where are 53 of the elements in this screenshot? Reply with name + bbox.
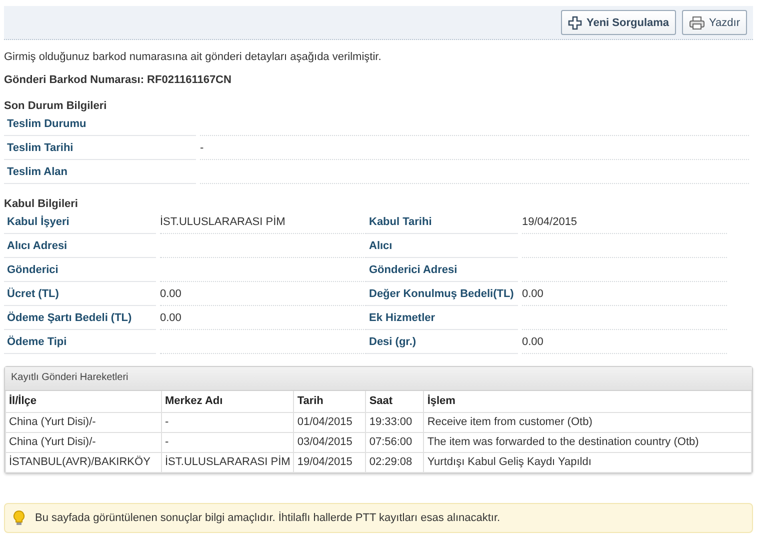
table-cell: Yurtdışı Kabul Geliş Kaydı Yapıldı bbox=[424, 452, 752, 472]
field-label: Desi (gr.) bbox=[366, 330, 518, 354]
new-query-button[interactable]: Yeni Sorgulama bbox=[561, 10, 676, 35]
table-cell: 02:29:08 bbox=[366, 452, 424, 472]
table-cell: The item was forwarded to the destination country (Otb) bbox=[424, 432, 752, 452]
table-cell: China (Yurt Disi)/- bbox=[6, 412, 162, 432]
table-cell: - bbox=[162, 412, 294, 432]
table-cell: 07:56:00 bbox=[366, 432, 424, 452]
field-label: Teslim Alan bbox=[4, 160, 196, 184]
plus-icon bbox=[568, 16, 582, 30]
field-label: Teslim Durumu bbox=[4, 112, 196, 136]
section-title: Son Durum Bilgileri bbox=[4, 100, 108, 112]
field-label: Gönderici bbox=[4, 258, 156, 282]
panel-title: Kayıtlı Gönderi Hareketleri bbox=[5, 367, 752, 391]
field-label: Alıcı Adresi bbox=[4, 234, 156, 258]
field-label: Değer Konulmuş Bedeli(TL) bbox=[366, 282, 518, 306]
column-header: Tarih bbox=[294, 391, 366, 412]
field-label: Teslim Tarihi bbox=[4, 136, 196, 160]
table-cell: 01/04/2015 bbox=[294, 412, 366, 432]
column-header: İl/İlçe bbox=[6, 391, 162, 412]
print-button[interactable]: Yazdır bbox=[682, 10, 747, 35]
notice-text: Bu sayfada görüntülenen sonuçlar bilgi amaçlıdır. İhtilaflı hallerde PTT kayıtları esas alınacaktır. bbox=[35, 512, 500, 524]
field-label: Alıcı bbox=[366, 234, 518, 258]
table-cell: 19:33:00 bbox=[366, 412, 424, 432]
field-label: Kabul Tarihi bbox=[366, 210, 518, 234]
field-label: Ek Hizmetler bbox=[366, 306, 518, 330]
lightbulb-icon bbox=[13, 510, 25, 526]
intro-text: Girmiş olduğunuz barkod numarasına ait gönderi detayları aşağıda verilmiştir. bbox=[4, 51, 382, 63]
column-header: İşlem bbox=[424, 391, 752, 412]
field-value: 0.00 bbox=[160, 306, 366, 330]
column-header: Merkez Adı bbox=[162, 391, 294, 412]
table-cell: - bbox=[162, 432, 294, 452]
section-title: Kabul Bilgileri bbox=[4, 198, 79, 210]
field-label: Ödeme Tipi bbox=[4, 330, 156, 354]
printer-icon bbox=[689, 16, 706, 30]
field-label: Gönderici Adresi bbox=[366, 258, 518, 282]
field-value: İST.ULUSLARARASI PİM bbox=[160, 210, 366, 234]
field-label: Ödeme Şartı Bedeli (TL) bbox=[4, 306, 156, 330]
field-value: - bbox=[200, 136, 749, 160]
table-cell: İSTANBUL(AVR)/BAKIRKÖY bbox=[6, 452, 162, 472]
barcode-text: Gönderi Barkod Numarası: RF021161167CN bbox=[4, 74, 232, 86]
table-cell: İST.ULUSLARARASI PİM bbox=[162, 452, 294, 472]
field-value: 0.00 bbox=[522, 330, 727, 354]
field-value: 0.00 bbox=[522, 282, 727, 306]
field-label: Ücret (TL) bbox=[4, 282, 156, 306]
field-value: 0.00 bbox=[160, 282, 366, 306]
field-value: 19/04/2015 bbox=[522, 210, 727, 234]
field-label: Kabul İşyeri bbox=[4, 210, 156, 234]
table-cell: 19/04/2015 bbox=[294, 452, 366, 472]
table-cell: 03/04/2015 bbox=[294, 432, 366, 452]
column-header: Saat bbox=[366, 391, 424, 412]
table-cell: Receive item from customer (Otb) bbox=[424, 412, 752, 432]
table-cell: China (Yurt Disi)/- bbox=[6, 432, 162, 452]
